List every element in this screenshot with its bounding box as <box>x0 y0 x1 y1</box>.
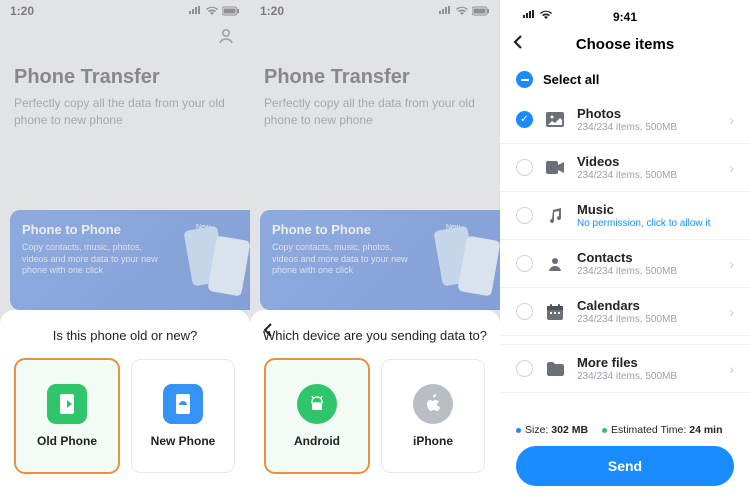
profile-icon[interactable] <box>216 26 236 51</box>
new-phone-icon <box>163 384 203 424</box>
select-all-label: Select all <box>543 72 599 87</box>
item-music[interactable]: MusicNo permission, click to allow it <box>500 192 750 240</box>
promo-illustration: New <box>417 224 500 299</box>
item-detail: 234/234 items, 500MB <box>577 371 717 382</box>
android-icon <box>297 384 337 424</box>
item-name: More files <box>577 355 717 370</box>
checkbox-icon[interactable] <box>516 255 533 272</box>
page-subtitle: Perfectly copy all the data from your ol… <box>0 95 250 129</box>
option-android[interactable]: Android <box>265 359 369 473</box>
item-more-files[interactable]: More files234/234 items, 500MB › <box>500 344 750 393</box>
calendar-icon <box>545 304 565 320</box>
sheet-question: Is this phone old or new? <box>12 328 238 343</box>
bottom-sheet: Is this phone old or new? Old Phone New … <box>0 310 250 500</box>
footer: Size: 302 MB Estimated Time: 24 min Send <box>500 414 750 500</box>
checkbox-icon[interactable] <box>516 159 533 176</box>
option-label: Old Phone <box>37 434 97 448</box>
videos-icon <box>545 161 565 174</box>
chevron-right-icon: › <box>729 160 734 176</box>
item-name: Music <box>577 202 734 217</box>
contacts-icon <box>545 256 565 272</box>
back-button[interactable] <box>262 322 274 343</box>
item-detail: 234/234 items, 500MB <box>577 314 717 325</box>
screen-target-device: 1:20 Phone Transfer Perfectly copy all t… <box>250 0 500 500</box>
music-icon <box>545 208 565 224</box>
screen-choose-items: 9:41 Choose items Select all Photos234/2… <box>500 0 750 500</box>
option-iphone[interactable]: iPhone <box>381 359 485 473</box>
promo-card[interactable]: Phone to Phone Copy contacts, music, pho… <box>260 210 500 310</box>
item-list: Photos234/234 items, 500MB › Videos234/2… <box>500 96 750 414</box>
item-detail: 234/234 items, 500MB <box>577 170 717 181</box>
status-time: 1:20 <box>10 4 34 18</box>
old-phone-icon <box>47 384 87 424</box>
apple-icon <box>413 384 453 424</box>
status-icons <box>438 6 490 16</box>
select-all-toggle[interactable] <box>516 71 533 88</box>
status-bar: 9:41 <box>512 10 738 24</box>
screen-old-or-new: 1:20 Phone Transfer Perfectly copy all t… <box>0 0 250 500</box>
folder-icon <box>545 362 565 376</box>
item-calendars[interactable]: Calendars234/234 items, 500MB › <box>500 288 750 336</box>
checkbox-icon[interactable] <box>516 111 533 128</box>
status-icons <box>188 6 240 16</box>
chevron-right-icon: › <box>729 361 734 377</box>
chevron-right-icon: › <box>729 112 734 128</box>
photos-icon <box>545 112 565 127</box>
checkbox-icon[interactable] <box>516 303 533 320</box>
option-label: iPhone <box>413 434 453 448</box>
transfer-meta: Size: 302 MB Estimated Time: 24 min <box>516 424 734 436</box>
sheet-question: Which device are you sending data to? <box>262 328 488 343</box>
item-name: Contacts <box>577 250 717 265</box>
promo-desc: Copy contacts, music, photos, videos and… <box>272 242 408 277</box>
status-bar: 1:20 <box>250 0 500 22</box>
bottom-sheet: Which device are you sending data to? An… <box>250 310 500 500</box>
item-contacts[interactable]: Contacts234/234 items, 500MB › <box>500 240 750 288</box>
item-name: Photos <box>577 106 717 121</box>
item-detail[interactable]: No permission, click to allow it <box>577 218 734 229</box>
page-title: Phone Transfer <box>0 22 250 95</box>
select-all-row[interactable]: Select all <box>500 63 750 96</box>
item-videos[interactable]: Videos234/234 items, 500MB › <box>500 144 750 192</box>
item-detail: 234/234 items, 500MB <box>577 266 717 277</box>
item-detail: 234/234 items, 500MB <box>577 122 717 133</box>
option-label: New Phone <box>151 434 216 448</box>
promo-illustration: New <box>167 224 250 299</box>
status-time: 9:41 <box>613 10 637 24</box>
page-title: Phone Transfer <box>250 22 500 95</box>
status-time: 1:20 <box>260 4 284 18</box>
promo-desc: Copy contacts, music, photos, videos and… <box>22 242 158 277</box>
option-new-phone[interactable]: New Phone <box>131 359 235 473</box>
checkbox-icon[interactable] <box>516 360 533 377</box>
chevron-right-icon: › <box>729 304 734 320</box>
send-button[interactable]: Send <box>516 446 734 486</box>
checkbox-icon[interactable] <box>516 207 533 224</box>
status-bar: 1:20 <box>0 0 250 22</box>
promo-card[interactable]: Phone to Phone Copy contacts, music, pho… <box>10 210 250 310</box>
page-subtitle: Perfectly copy all the data from your ol… <box>250 95 500 129</box>
option-old-phone[interactable]: Old Phone <box>15 359 119 473</box>
chevron-right-icon: › <box>729 256 734 272</box>
item-photos[interactable]: Photos234/234 items, 500MB › <box>500 96 750 144</box>
item-name: Videos <box>577 154 717 169</box>
option-label: Android <box>294 434 340 448</box>
item-name: Calendars <box>577 298 717 313</box>
screen-title: Choose items <box>512 36 738 53</box>
